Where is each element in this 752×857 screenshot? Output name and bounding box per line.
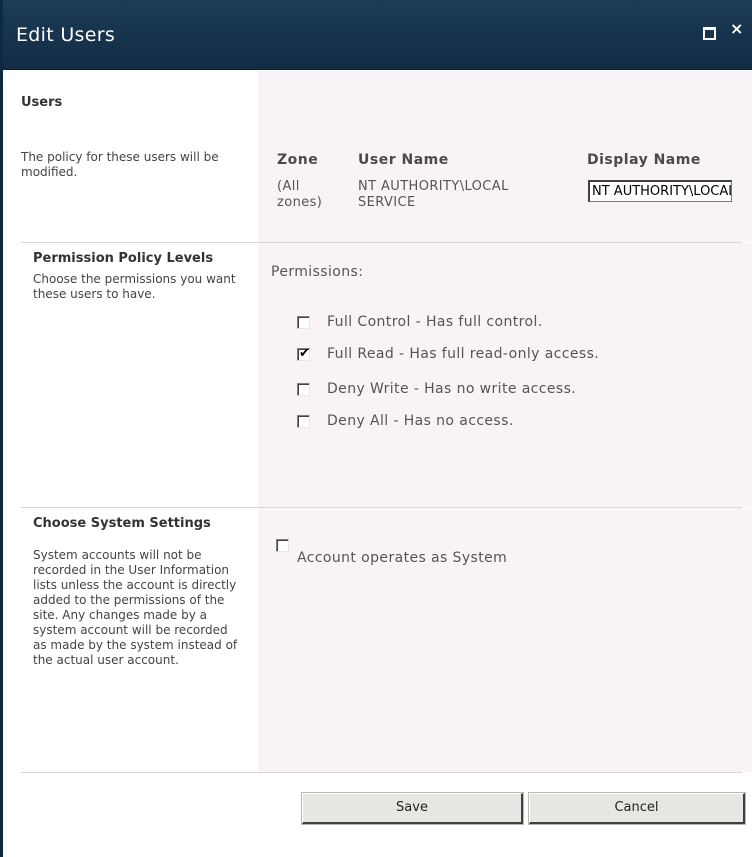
- account-operates-as-system-checkbox[interactable]: [276, 539, 289, 552]
- edit-users-dialog: Edit Users × Users The policy for these …: [0, 0, 752, 857]
- dialog-titlebar: Edit Users ×: [3, 0, 752, 70]
- full-control-checkbox[interactable]: [297, 316, 310, 329]
- system-section-panel: [258, 508, 752, 772]
- users-section-description: The policy for these users will be modif…: [21, 150, 219, 179]
- deny-all-checkbox[interactable]: [297, 415, 310, 428]
- full-control-label[interactable]: Full Control - Has full control.: [327, 314, 543, 330]
- checkmark-icon: ✔: [299, 346, 310, 361]
- full-read-label[interactable]: Full Read - Has full read-only access.: [327, 346, 599, 362]
- close-icon[interactable]: ×: [730, 20, 743, 38]
- users-section-title: Users: [21, 95, 63, 110]
- deny-write-label[interactable]: Deny Write - Has no write access.: [327, 381, 576, 397]
- permissions-label: Permissions:: [271, 264, 364, 280]
- permission-section-title: Permission Policy Levels: [33, 251, 214, 266]
- permission-section-description: Choose the permissions you want these us…: [33, 272, 236, 301]
- maximize-icon[interactable]: [703, 27, 716, 40]
- account-operates-as-system-label[interactable]: Account operates as System: [297, 550, 507, 566]
- system-section-description: System accounts will not be recorded in …: [33, 548, 238, 667]
- full-read-checkbox[interactable]: ✔: [297, 346, 310, 361]
- user-name-cell: NT AUTHORITY\LOCAL SERVICE: [358, 179, 509, 210]
- cancel-button[interactable]: Cancel: [528, 792, 746, 825]
- save-button[interactable]: Save: [301, 792, 524, 825]
- column-header-display-name: Display Name: [587, 152, 701, 168]
- column-header-user-name: User Name: [358, 152, 449, 168]
- deny-all-label[interactable]: Deny All - Has no access.: [327, 413, 514, 429]
- permission-section-panel: [258, 243, 752, 507]
- display-name-input[interactable]: NT AUTHORITY\LOCAL SERVICE: [588, 180, 732, 202]
- column-header-zone: Zone: [277, 152, 319, 168]
- user-zone-cell: (All zones): [277, 179, 323, 210]
- deny-write-checkbox[interactable]: [297, 383, 310, 396]
- system-section-title: Choose System Settings: [33, 516, 211, 531]
- dialog-title: Edit Users: [16, 24, 116, 46]
- section-divider: [21, 772, 742, 773]
